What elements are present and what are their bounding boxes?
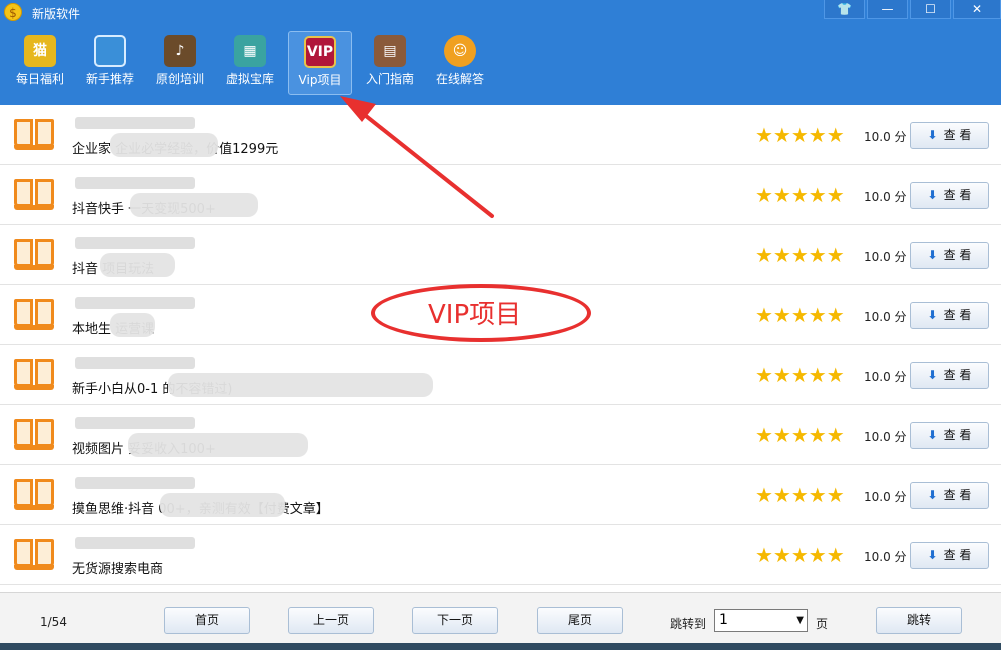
annotation-arrow-line <box>354 106 494 218</box>
annotation-label: VIP项目 <box>428 300 522 330</box>
